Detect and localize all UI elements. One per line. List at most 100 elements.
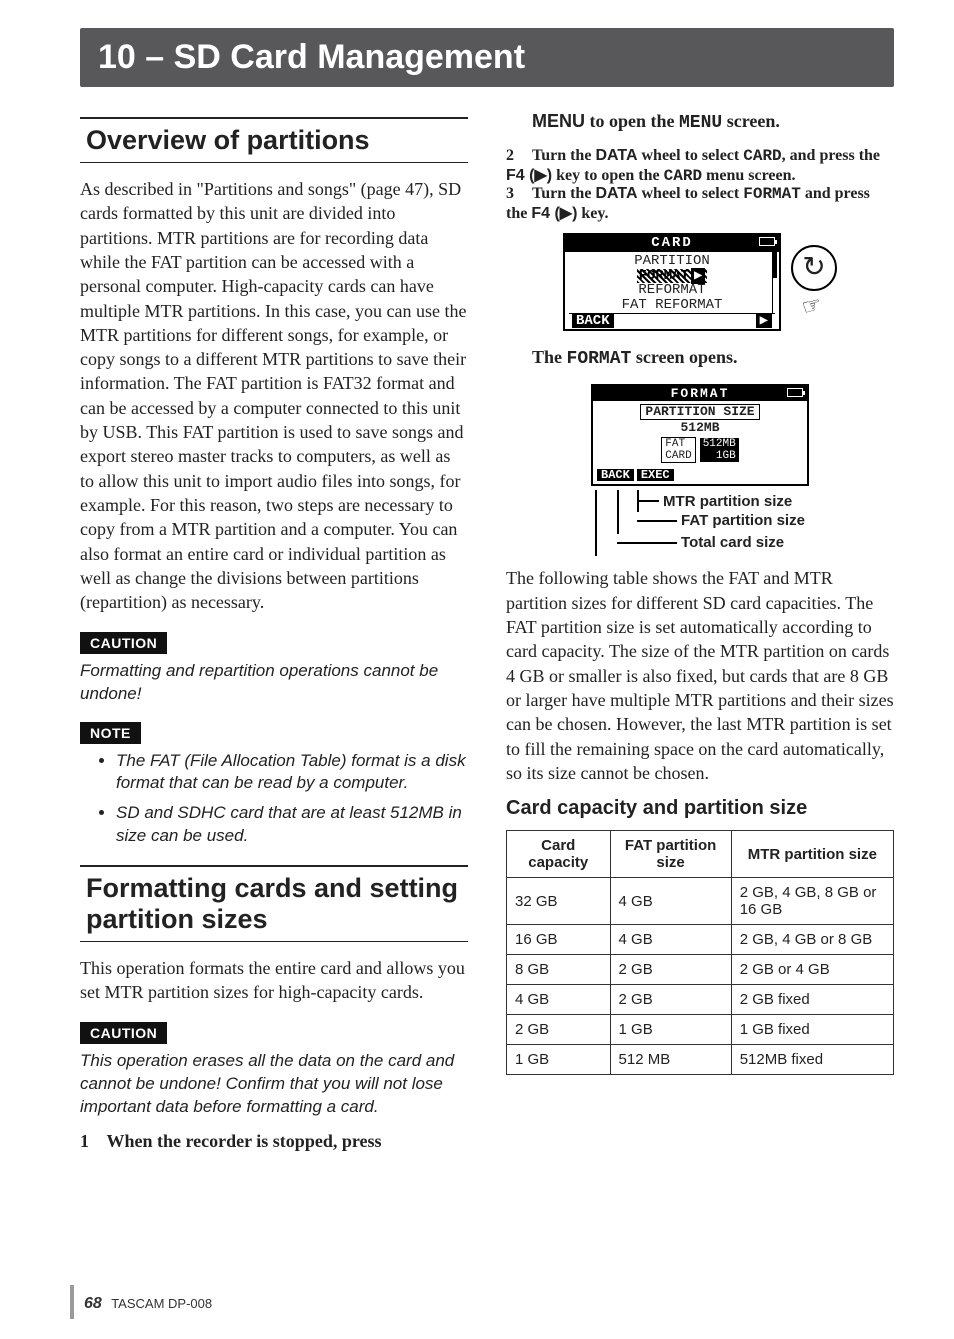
t: to open the (585, 111, 679, 131)
note-list: The FAT (File Allocation Table) format i… (80, 750, 468, 846)
partition-size-value: 512MB (599, 421, 801, 435)
t: key. (577, 205, 608, 222)
table-subhead: Card capacity and partition size (506, 797, 894, 820)
partition-explanation: The following table shows the FAT and MT… (506, 566, 894, 785)
note-label: NOTE (80, 722, 141, 744)
annotation-total: Total card size (681, 534, 784, 551)
cell: 512 MB (610, 1045, 731, 1075)
right-column: MENU to open the MENU screen. 2 Turn the… (506, 109, 894, 1153)
t: wheel to select (638, 147, 744, 164)
section-format-body: This operation formats the entire card a… (80, 956, 468, 1005)
menu-screen-name: MENU (679, 113, 722, 133)
cell: 2 GB or 4 GB (731, 955, 893, 985)
annotation-fat: FAT partition size (681, 512, 805, 529)
t: , and press the (782, 147, 880, 164)
lcd-item-selected: FORMAT▶ (637, 269, 708, 284)
partition-size-label: PARTITION SIZE (640, 404, 759, 420)
step-number: 1 (80, 1129, 102, 1153)
cell: 2 GB (610, 985, 731, 1015)
lcd-format-screen-annotated: FORMAT PARTITION SIZE 512MB FAT CARD 512… (506, 384, 894, 557)
data-wheel: DATA (595, 147, 637, 164)
cell: 2 GB fixed (731, 985, 893, 1015)
step-text: When the recorder is stopped, press (107, 1131, 382, 1151)
fat-card-label: FAT CARD (661, 437, 695, 463)
lcd-back: BACK (597, 469, 634, 482)
format-screen-name: FORMAT (567, 349, 632, 369)
cell: 1 GB (507, 1045, 611, 1075)
cell: 1 GB fixed (731, 1015, 893, 1045)
step-2: 2 Turn the DATA wheel to select CARD , an… (506, 147, 894, 185)
step-number: 3 (506, 185, 528, 203)
section-format-title: Formatting cards and setting partition s… (80, 865, 468, 942)
cell: 512MB fixed (731, 1045, 893, 1075)
data-wheel: DATA (595, 185, 637, 202)
lcd-back: BACK (572, 314, 614, 329)
page-number: 68 (84, 1295, 102, 1312)
cell: 2 GB (610, 955, 731, 985)
cell: 1 GB (610, 1015, 731, 1045)
cell: 16 GB (507, 925, 611, 955)
model-name: TASCAM DP-008 (111, 1296, 212, 1311)
lcd-forward-icon: ▶ (756, 314, 772, 329)
battery-icon (787, 388, 803, 397)
left-column: Overview of partitions As described in "… (80, 109, 468, 1153)
note-item: SD and SDHC card that are at least 512MB… (116, 802, 468, 846)
t: menu screen. (702, 167, 795, 184)
step-1-start: 1 When the recorder is stopped, press (80, 1129, 468, 1153)
table-row: 2 GB1 GB1 GB fixed (507, 1015, 894, 1045)
scrollbar (772, 252, 776, 313)
t: screen. (722, 111, 780, 131)
note-item: The FAT (File Allocation Table) format i… (116, 750, 468, 794)
caution-text-1: Formatting and repartition operations ca… (80, 660, 468, 706)
annotation-mtr: MTR partition size (663, 493, 792, 510)
step-3: 3 Turn the DATA wheel to select FORMAT a… (506, 185, 894, 223)
chapter-title: 10 – SD Card Management (80, 28, 894, 87)
t: Turn the (532, 185, 595, 202)
caution-label-2: CAUTION (80, 1022, 167, 1044)
table-row: 32 GB4 GB2 GB, 4 GB, 8 GB or 16 GB (507, 878, 894, 925)
t: key to open the (552, 167, 664, 184)
table-row: 1 GB512 MB512MB fixed (507, 1045, 894, 1075)
jog-wheel-icon (791, 245, 837, 291)
hand-icon: ☞ (799, 291, 825, 321)
format-option: FORMAT (743, 185, 801, 203)
t: The (532, 347, 567, 367)
footer-accent (70, 1285, 74, 1319)
step-1-cont: MENU to open the MENU screen. (532, 109, 894, 135)
t: screen opens. (631, 347, 737, 367)
cell: 2 GB (507, 1015, 611, 1045)
cell: 4 GB (507, 985, 611, 1015)
select-arrow-icon: ▶ (691, 268, 705, 284)
lcd-item: REFORMAT (569, 283, 775, 298)
f4-key: F4 (▶) (506, 167, 552, 184)
caution-label-1: CAUTION (80, 632, 167, 654)
card-menu: CARD (664, 167, 702, 185)
t: wheel to select (638, 185, 744, 202)
cell: 4 GB (610, 925, 731, 955)
th-card-capacity: Card capacity (507, 831, 611, 878)
lcd-exec: EXEC (637, 469, 674, 482)
lcd-item: PARTITION (569, 254, 775, 269)
t: Turn the (532, 147, 595, 164)
cell: 2 GB, 4 GB or 8 GB (731, 925, 893, 955)
th-mtr-size: MTR partition size (731, 831, 893, 878)
fat-card-values: 512MB 1GB (700, 438, 739, 462)
lcd-title: CARD (651, 235, 693, 251)
f4-key: F4 (▶) (531, 205, 577, 222)
lcd-item: FAT REFORMAT (569, 298, 775, 313)
lcd-title: FORMAT (671, 386, 730, 401)
battery-icon (759, 237, 775, 246)
lcd-card-menu: CARD PARTITION FORMAT▶ REFORMAT FAT REFO… (506, 233, 894, 331)
step-number: 2 (506, 147, 528, 165)
caution-text-2: This operation erases all the data on th… (80, 1050, 468, 1119)
cell: 4 GB (610, 878, 731, 925)
section-overview-title: Overview of partitions (80, 117, 468, 163)
table-row: 4 GB2 GB2 GB fixed (507, 985, 894, 1015)
partition-table: Card capacity FAT partition size MTR par… (506, 830, 894, 1075)
cell: 2 GB, 4 GB, 8 GB or 16 GB (731, 878, 893, 925)
section-overview-body: As described in "Partitions and songs" (… (80, 177, 468, 614)
page-footer: 68 TASCAM DP-008 (84, 1295, 212, 1313)
table-row: 16 GB4 GB2 GB, 4 GB or 8 GB (507, 925, 894, 955)
cell: 32 GB (507, 878, 611, 925)
t: FORMAT (639, 268, 689, 284)
